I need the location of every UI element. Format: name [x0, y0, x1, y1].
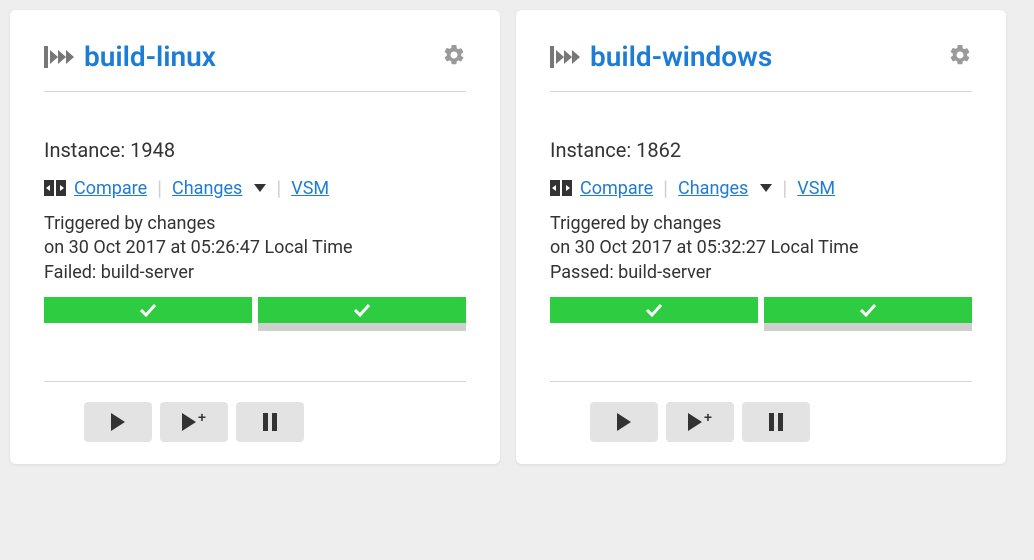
card-header: build-windows: [550, 40, 972, 73]
stage-bar-passed[interactable]: [764, 297, 972, 323]
separator: |: [780, 176, 789, 200]
pipeline-cards-container: build-linux Instance: 1948 Co: [10, 10, 1024, 464]
title-group: build-linux: [44, 40, 216, 73]
header-divider: [550, 91, 972, 92]
stage-progress-running: [258, 323, 466, 331]
pipeline-title-link[interactable]: build-windows: [590, 40, 772, 73]
pause-button[interactable]: [236, 402, 304, 442]
trigger-meta: Triggered by changes on 30 Oct 2017 at 0…: [44, 212, 466, 285]
instance-number: 1862: [636, 138, 681, 162]
links-row: Compare | Changes | VSM: [44, 176, 466, 200]
stage-2: [764, 297, 972, 331]
stage-1: [550, 297, 758, 331]
stage-2: [258, 297, 466, 331]
triggered-by: Triggered by changes: [550, 212, 972, 236]
plus-icon: +: [198, 409, 206, 425]
play-with-options-button[interactable]: +: [666, 402, 734, 442]
compare-icon: [44, 180, 66, 196]
gear-icon[interactable]: [948, 43, 972, 71]
controls-row: +: [44, 402, 466, 442]
pipeline-card-build-linux: build-linux Instance: 1948 Co: [10, 10, 500, 464]
play-with-options-button[interactable]: +: [160, 402, 228, 442]
triggered-by: Triggered by changes: [44, 212, 466, 236]
stage-bar-passed[interactable]: [258, 297, 466, 323]
changes-link[interactable]: Changes: [172, 178, 242, 199]
play-button[interactable]: [590, 402, 658, 442]
pipeline-icon: [44, 44, 74, 70]
changes-link[interactable]: Changes: [678, 178, 748, 199]
instance-number: 1948: [130, 138, 175, 162]
controls-row: +: [550, 402, 972, 442]
pipeline-card-build-windows: build-windows Instance: 1862: [516, 10, 1006, 464]
compare-link[interactable]: Compare: [580, 178, 653, 199]
instance-label: Instance: 1862: [550, 138, 972, 162]
header-divider: [44, 91, 466, 92]
stages-row: [550, 297, 972, 331]
status-line: Failed: build-server: [44, 261, 466, 285]
footer-divider: [550, 381, 972, 382]
pipeline-title-link[interactable]: build-linux: [84, 40, 216, 73]
title-group: build-windows: [550, 40, 772, 73]
stage-bar-passed[interactable]: [44, 297, 252, 323]
vsm-link[interactable]: VSM: [291, 178, 329, 199]
stage-progress-running: [764, 323, 972, 331]
compare-icon: [550, 180, 572, 196]
trigger-time: on 30 Oct 2017 at 05:32:27 Local Time: [550, 236, 972, 260]
status-line: Passed: build-server: [550, 261, 972, 285]
stage-bar-passed[interactable]: [550, 297, 758, 323]
card-header: build-linux: [44, 40, 466, 73]
chevron-down-icon[interactable]: [760, 184, 772, 192]
gear-icon[interactable]: [442, 43, 466, 71]
instance-label: Instance: 1948: [44, 138, 466, 162]
compare-link[interactable]: Compare: [74, 178, 147, 199]
stages-row: [44, 297, 466, 331]
links-row: Compare | Changes | VSM: [550, 176, 972, 200]
play-button[interactable]: [84, 402, 152, 442]
stage-1: [44, 297, 252, 331]
pipeline-icon: [550, 44, 580, 70]
separator: |: [155, 176, 164, 200]
chevron-down-icon[interactable]: [254, 184, 266, 192]
footer-divider: [44, 381, 466, 382]
plus-icon: +: [704, 409, 712, 425]
separator: |: [274, 176, 283, 200]
pause-button[interactable]: [742, 402, 810, 442]
separator: |: [661, 176, 670, 200]
vsm-link[interactable]: VSM: [797, 178, 835, 199]
trigger-time: on 30 Oct 2017 at 05:26:47 Local Time: [44, 236, 466, 260]
trigger-meta: Triggered by changes on 30 Oct 2017 at 0…: [550, 212, 972, 285]
